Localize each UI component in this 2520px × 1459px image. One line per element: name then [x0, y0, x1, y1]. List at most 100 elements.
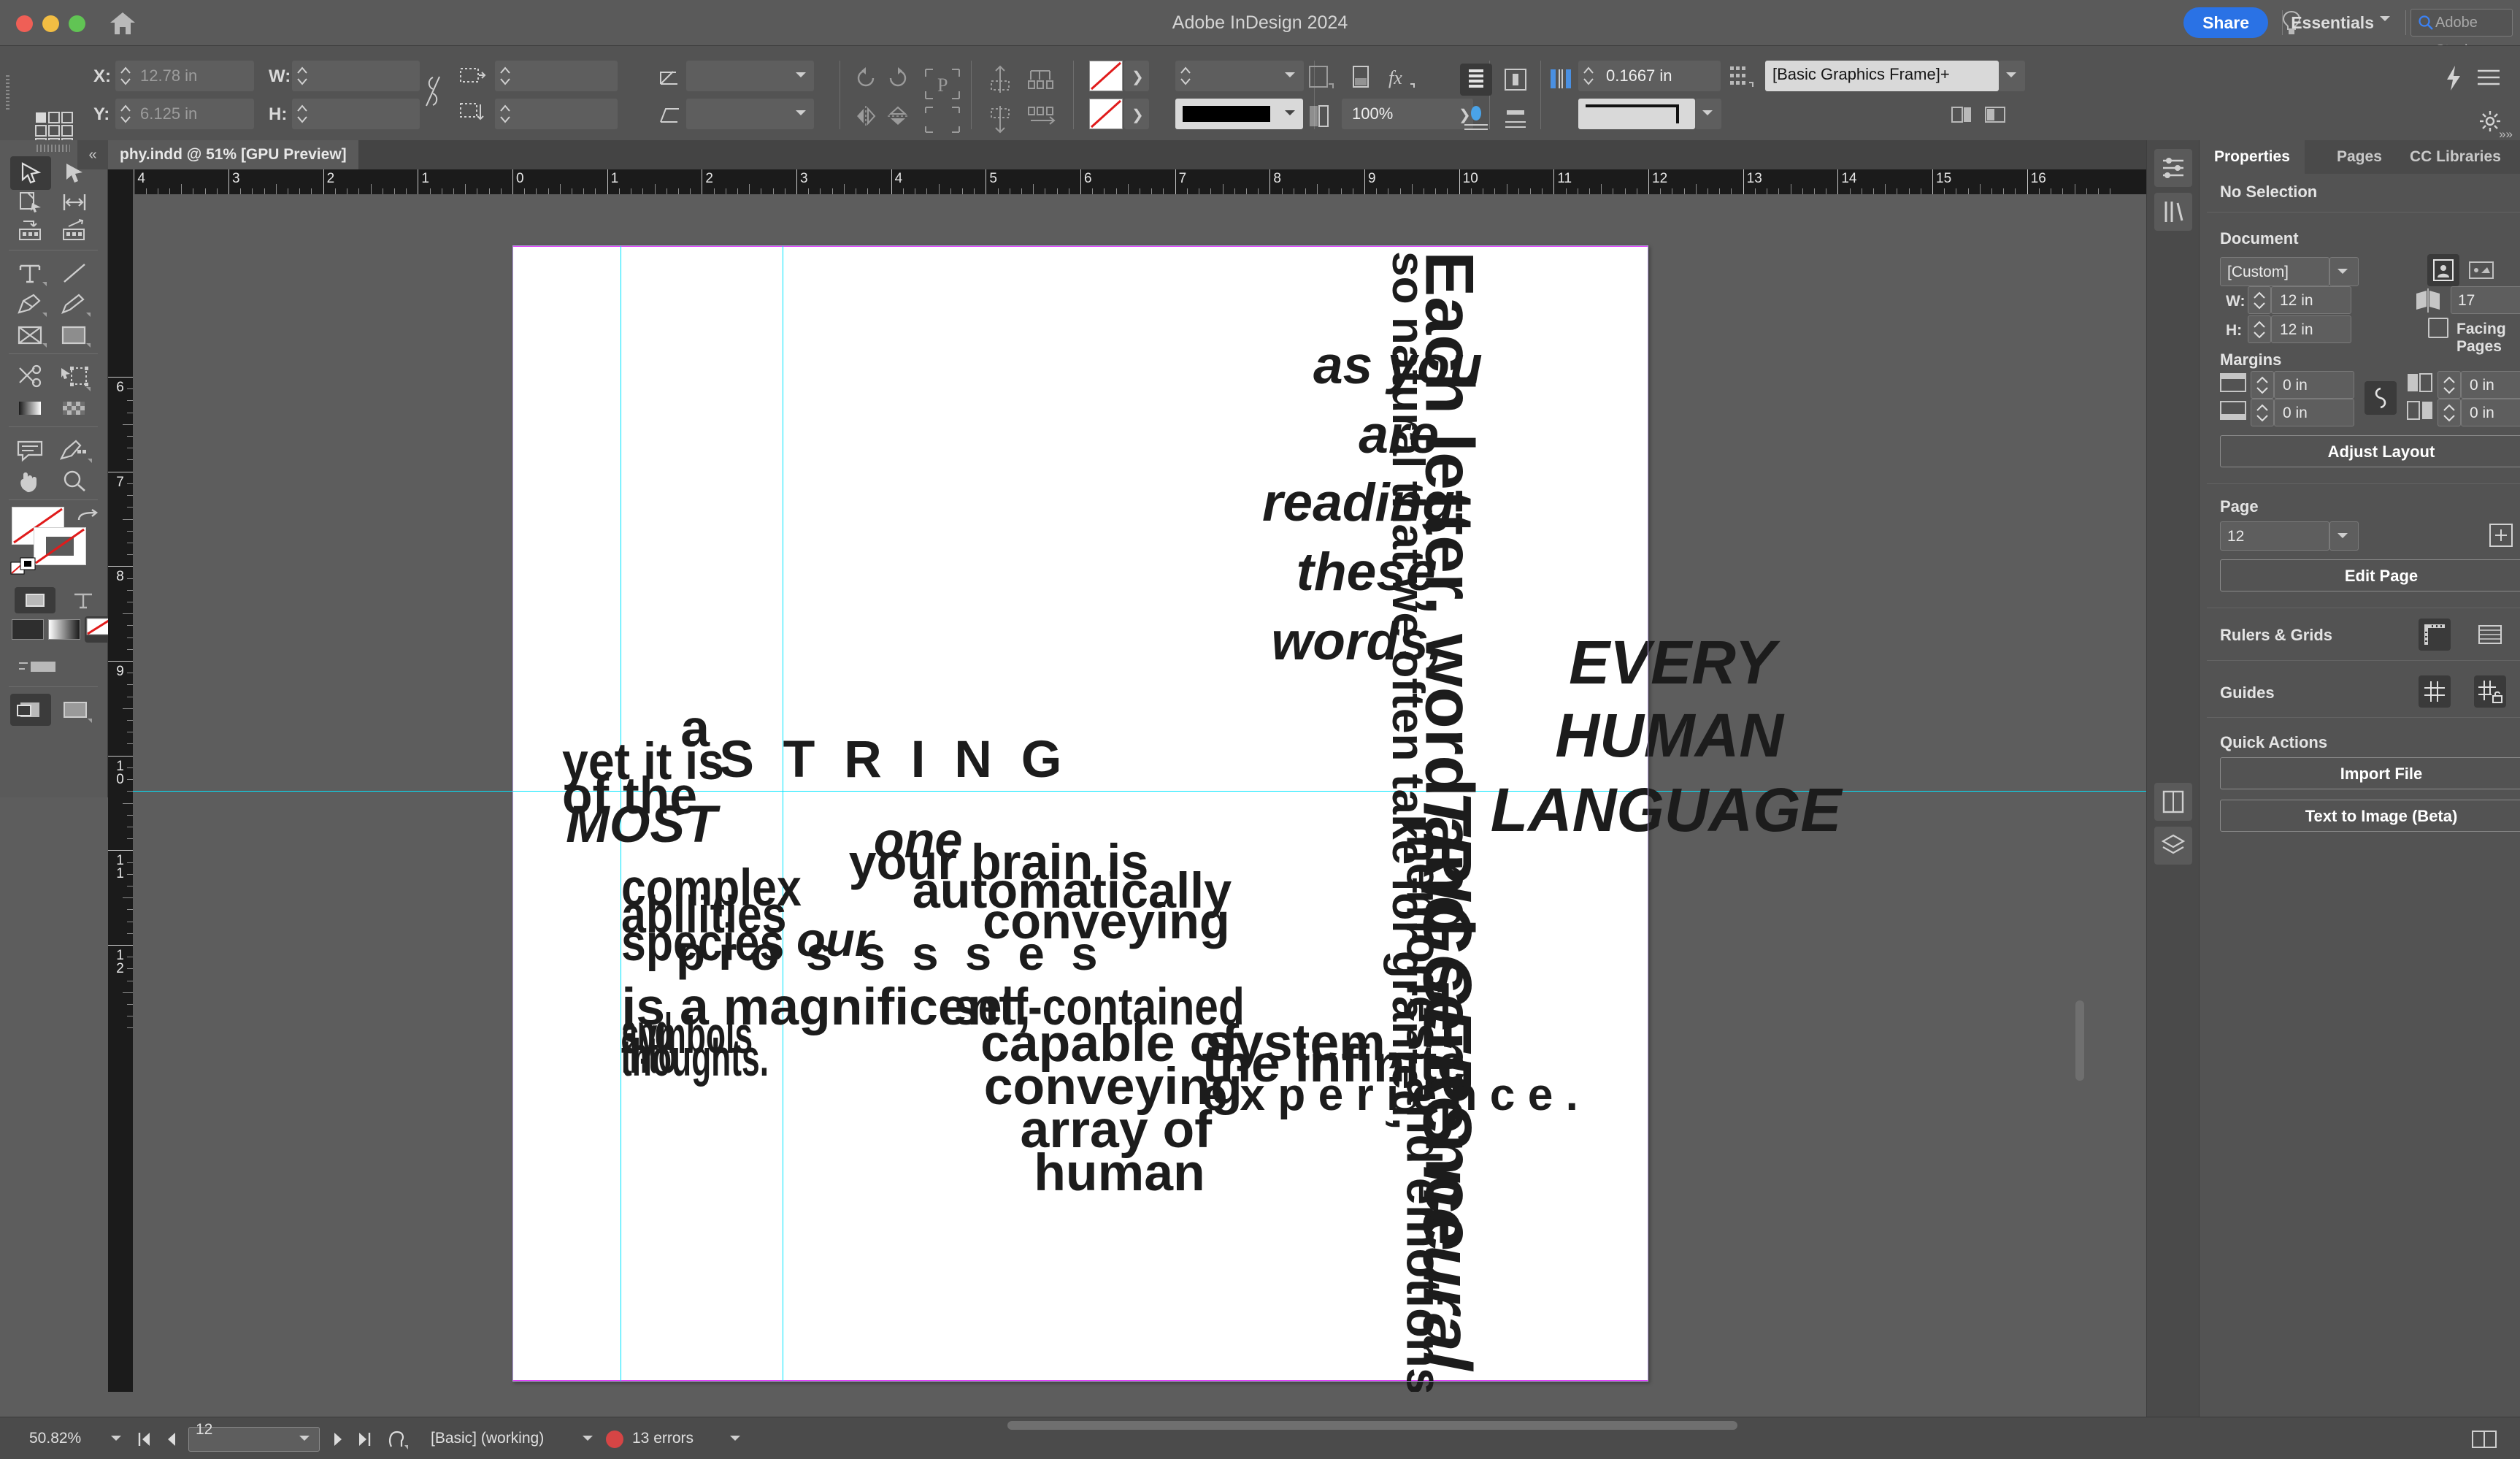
poster-text-possesses[interactable]: p r o s s s s e s	[676, 929, 1097, 977]
margin-bottom-stepper[interactable]	[2251, 399, 2274, 426]
line-tool[interactable]	[54, 257, 95, 291]
fill-swatch[interactable]	[1089, 61, 1123, 91]
rectangle-tool[interactable]	[54, 318, 95, 352]
default-fill-stroke-icon[interactable]	[10, 556, 39, 578]
flip-horizontal-icon[interactable]	[854, 104, 877, 128]
vertical-scrollbar[interactable]	[2075, 1000, 2084, 1081]
share-button[interactable]: Share	[2183, 7, 2268, 38]
stroke-swatch-tool[interactable]	[34, 527, 86, 565]
horizontal-scrollbar[interactable]	[1007, 1421, 1737, 1430]
w-stepper[interactable]	[295, 64, 311, 88]
dock-layers-button[interactable]	[2154, 827, 2192, 865]
flash-icon[interactable]	[2444, 65, 2463, 91]
type-tool[interactable]	[10, 257, 51, 291]
hand-tool[interactable]	[10, 464, 51, 498]
baseline-grid-icon[interactable]	[2474, 619, 2506, 651]
facing-pages-checkbox[interactable]	[2428, 318, 2448, 338]
note-tool[interactable]	[10, 434, 51, 467]
fit-content-proportionally-icon[interactable]	[1308, 65, 1336, 90]
shear-angle-field[interactable]	[686, 99, 814, 129]
text-wrap-icon[interactable]	[1308, 104, 1330, 129]
rotation-dropdown-caret[interactable]	[796, 72, 806, 77]
lock-guides-icon[interactable]	[2474, 675, 2506, 708]
scissors-tool[interactable]	[10, 361, 51, 394]
portrait-orientation-button[interactable]	[2427, 254, 2459, 286]
insert-footnote-icon[interactable]	[1951, 106, 1972, 125]
formatting-affects-container-button[interactable]	[15, 587, 55, 613]
y-stepper[interactable]	[118, 102, 134, 126]
gradient-swatch-tool[interactable]	[10, 391, 51, 425]
dock-cc-libraries-button[interactable]	[2154, 193, 2192, 231]
normal-view-mode-button[interactable]	[10, 694, 51, 726]
object-style-icon[interactable]	[1729, 65, 1755, 90]
rotate-cw-icon[interactable]	[886, 66, 910, 90]
tab-pages[interactable]: Pages	[2322, 140, 2397, 174]
canvas-area[interactable]: as you are reading these words, Each letter, …	[133, 194, 2146, 1392]
edit-page-button[interactable]: Edit Page	[2220, 559, 2520, 591]
page-layout-view-icon[interactable]	[2472, 1431, 2497, 1448]
chevron-down-icon-ss[interactable]	[1285, 110, 1295, 115]
text-to-image-button[interactable]: Text to Image (Beta)	[2220, 800, 2520, 832]
wrap-around-bounding-box-icon[interactable]	[1460, 64, 1492, 96]
free-transform-tool[interactable]	[54, 361, 95, 394]
select-content-icon[interactable]	[924, 106, 961, 134]
tab-cc-libraries[interactable]: CC Libraries	[2395, 140, 2516, 174]
expand-panels-icon[interactable]: »»	[2499, 127, 2513, 142]
effects-fx-icon[interactable]: fx	[1387, 65, 1416, 90]
content-collector-tool[interactable]	[10, 215, 51, 248]
gear-icon[interactable]	[2479, 110, 2501, 132]
preflight-icon[interactable]	[385, 1428, 410, 1451]
preview-mode-button[interactable]	[57, 694, 98, 726]
preflight-dropdown-caret[interactable]	[583, 1436, 593, 1441]
gradient-feather-tool[interactable]	[54, 391, 95, 425]
first-page-icon[interactable]	[135, 1431, 154, 1448]
dock-properties-button[interactable]	[2154, 149, 2192, 187]
apply-gradient-button[interactable]	[48, 619, 80, 640]
frame-grid-icon[interactable]	[1984, 106, 2006, 125]
h-stepper[interactable]	[295, 102, 311, 126]
error-count-value[interactable]: 13 errors	[632, 1417, 694, 1459]
error-dropdown-caret[interactable]	[730, 1436, 740, 1441]
formatting-affects-text-button[interactable]	[63, 587, 104, 613]
prev-page-icon[interactable]	[164, 1431, 180, 1448]
rotation-angle-field[interactable]	[686, 61, 814, 91]
select-container-icon[interactable]: P	[924, 68, 961, 100]
scale-x-stepper[interactable]	[498, 64, 514, 88]
align-top-icon[interactable]	[986, 65, 1015, 94]
chevron-down-icon-page[interactable]	[2337, 533, 2348, 538]
chevron-down-icon-os[interactable]	[2006, 72, 2016, 77]
next-page-icon[interactable]	[330, 1431, 346, 1448]
stroke-swatch[interactable]	[1089, 99, 1123, 129]
pen-tool[interactable]	[10, 288, 51, 321]
stroke-weight-stepper[interactable]	[1178, 64, 1194, 88]
flip-vertical-icon[interactable]	[886, 104, 910, 128]
document-height-stepper[interactable]	[2248, 315, 2271, 343]
workspace-switcher[interactable]: Essentials	[2291, 9, 2374, 37]
h-field[interactable]	[292, 99, 420, 129]
margin-right-stepper[interactable]	[2438, 399, 2461, 426]
poster-text-experience[interactable]: e x p e r i e n c e .	[1202, 1072, 1578, 1118]
pencil-tool[interactable]	[54, 288, 95, 321]
chevron-down-icon-sw[interactable]	[1285, 72, 1295, 77]
zoom-level-value[interactable]: 50.82%	[29, 1417, 81, 1459]
poster-text-language[interactable]: LANGUAGE	[1491, 779, 1842, 840]
shear-dropdown-caret[interactable]	[796, 110, 806, 115]
eyedropper-tool[interactable]	[54, 434, 95, 467]
document-tab[interactable]: phy.indd @ 51% [GPU Preview]	[108, 140, 358, 169]
poster-text-string[interactable]: S T R I N G	[719, 733, 1061, 786]
vertical-ruler[interactable]: 6 7 8 9 10 11 12	[108, 194, 133, 1392]
wrap-object-shape-icon[interactable]	[1499, 64, 1532, 96]
landscape-orientation-button[interactable]	[2465, 254, 2497, 286]
link-margins-icon[interactable]	[2365, 381, 2397, 415]
margin-top-stepper[interactable]	[2251, 371, 2274, 399]
show-rulers-icon[interactable]	[2419, 619, 2451, 651]
page-number-status-caret[interactable]	[299, 1436, 310, 1441]
show-guides-icon[interactable]	[2419, 675, 2451, 708]
tools-panel-grip[interactable]	[37, 145, 70, 152]
swap-fill-stroke-icon[interactable]	[76, 507, 99, 526]
scale-y-stepper[interactable]	[498, 102, 514, 126]
poster-text-human-2[interactable]: human	[1034, 1147, 1205, 1200]
chevron-down-icon-co[interactable]	[1702, 110, 1713, 115]
chevron-down-icon[interactable]	[2380, 16, 2390, 21]
poster-text-most[interactable]: MOST	[566, 798, 717, 851]
